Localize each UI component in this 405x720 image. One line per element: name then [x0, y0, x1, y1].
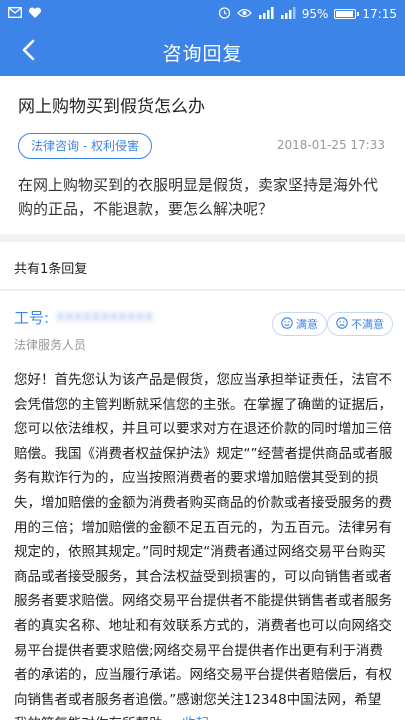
battery-percent: 95% — [301, 7, 329, 21]
health-icon — [28, 6, 42, 22]
responder-role: 法律服务人员 — [14, 338, 87, 352]
answer-card: 工号: xxxxxxxxxxx 法律服务人员 满意 不满意 您好！首先您认为该产… — [0, 291, 405, 720]
page-title: 咨询回复 — [162, 42, 243, 65]
unsatisfied-button[interactable]: 不满意 — [327, 312, 393, 336]
category-tag[interactable]: 法律咨询 - 权利侵害 — [18, 133, 152, 159]
answer-text: 您好！首先您认为该产品是假货，您应当承担举证责任，法官不会凭借您的主管判断就采信… — [14, 372, 393, 720]
signal-icon-2 — [280, 6, 296, 22]
job-number-value: xxxxxxxxxxx — [56, 307, 154, 325]
reply-count: 共有1条回复 — [0, 242, 405, 290]
mail-icon — [8, 7, 22, 21]
nav-bar: 咨询回复 — [0, 28, 405, 76]
smile-icon — [281, 316, 293, 332]
satisfied-label: 满意 — [296, 318, 318, 331]
frown-icon — [336, 316, 348, 332]
question-body: 在网上购物买到的衣服明显是假货，卖家坚持是海外代购的正品，不能退款，要怎么解决呢… — [18, 176, 379, 218]
answer-body: 您好！首先您认为该产品是假货，您应当承担举证责任，法官不会凭借您的主管判断就采信… — [14, 368, 394, 720]
chevron-left-icon — [21, 39, 35, 65]
battery-icon — [334, 9, 360, 19]
job-number-label: 工号: — [14, 309, 50, 327]
reply-count-label: 共有1条回复 — [14, 262, 88, 277]
alarm-icon — [218, 6, 231, 22]
question-title: 网上购物买到假货怎么办 — [18, 97, 205, 117]
signal-icon — [258, 6, 274, 22]
eye-icon — [236, 7, 252, 21]
collapse-link[interactable]: 收起 — [182, 716, 209, 720]
status-right: 95% 17:15 — [218, 6, 397, 22]
satisfied-button[interactable]: 满意 — [272, 312, 327, 336]
question-time: 2018-01-25 17:33 — [276, 138, 385, 152]
question-card: 网上购物买到假货怎么办 法律咨询 - 权利侵害 2018-01-25 17:33… — [0, 76, 405, 234]
status-left — [8, 6, 42, 22]
status-bar: 95% 17:15 — [0, 0, 405, 28]
battery-fill — [336, 11, 353, 17]
back-button[interactable] — [8, 28, 48, 76]
clock: 17:15 — [362, 7, 397, 21]
unsatisfied-label: 不满意 — [351, 318, 384, 331]
